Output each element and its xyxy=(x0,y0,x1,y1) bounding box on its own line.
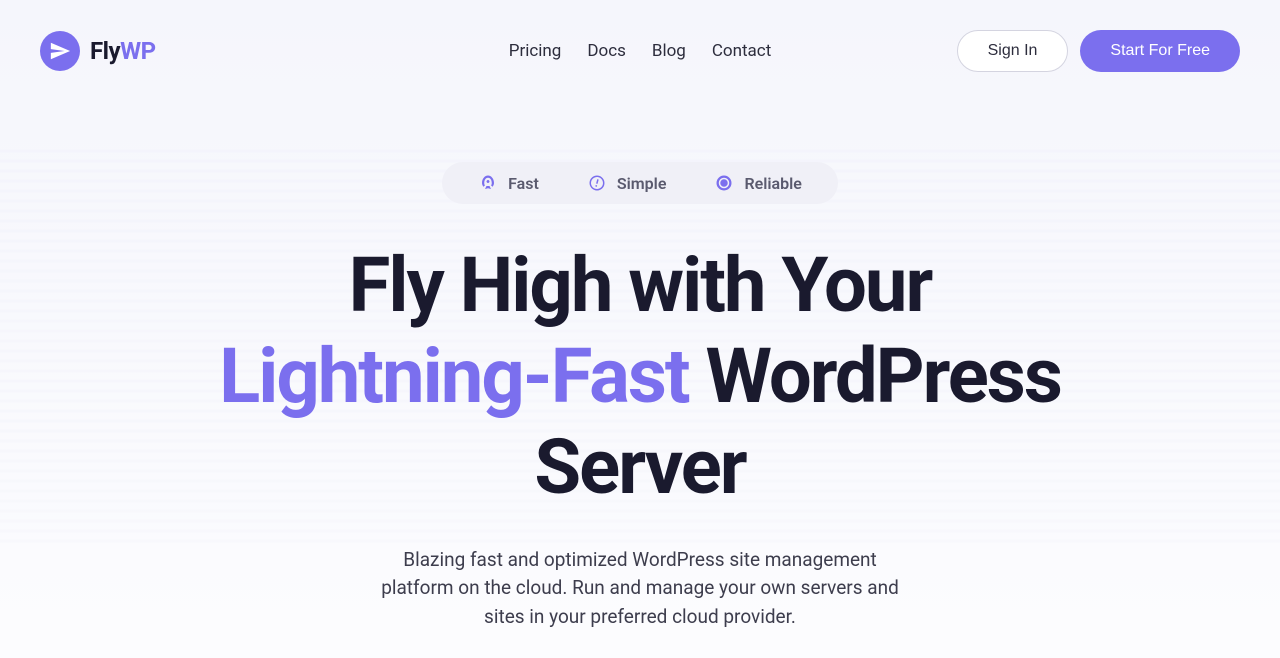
badge-fast-label: Fast xyxy=(508,174,539,193)
logo[interactable]: FlyWP xyxy=(40,31,156,71)
title-line1: Fly High with Your xyxy=(349,240,932,330)
title-highlight: Lightning-Fast xyxy=(219,331,689,421)
logo-text: FlyWP xyxy=(90,37,156,65)
hero-subtitle: Blazing fast and optimized WordPress sit… xyxy=(370,546,910,632)
signin-button[interactable]: Sign In xyxy=(957,30,1069,72)
snap-icon xyxy=(587,173,607,193)
badge-reliable-label: Reliable xyxy=(744,174,801,193)
badge-simple-label: Simple xyxy=(617,174,667,193)
nav-pricing[interactable]: Pricing xyxy=(509,41,562,61)
header-actions: Sign In Start For Free xyxy=(957,30,1240,72)
nav-docs[interactable]: Docs xyxy=(587,41,626,61)
nav-blog[interactable]: Blog xyxy=(652,41,686,61)
logo-prefix: Fly xyxy=(90,37,120,65)
start-free-button[interactable]: Start For Free xyxy=(1080,30,1240,72)
hero-section: Fast Simple Reliable Fly High with Your … xyxy=(0,102,1280,631)
badge-fast: Fast xyxy=(478,173,539,193)
rocket-icon xyxy=(478,173,498,193)
logo-accent: WP xyxy=(120,37,155,65)
feature-badges: Fast Simple Reliable xyxy=(442,162,838,204)
logo-icon xyxy=(40,31,80,71)
header: FlyWP Pricing Docs Blog Contact Sign In … xyxy=(0,0,1280,102)
hero-title: Fly High with Your Lightning-Fast WordPr… xyxy=(170,240,1110,514)
shield-icon xyxy=(714,173,734,193)
badge-simple: Simple xyxy=(587,173,667,193)
nav-contact[interactable]: Contact xyxy=(712,41,771,61)
badge-reliable: Reliable xyxy=(714,173,801,193)
main-nav: Pricing Docs Blog Contact xyxy=(509,41,772,61)
